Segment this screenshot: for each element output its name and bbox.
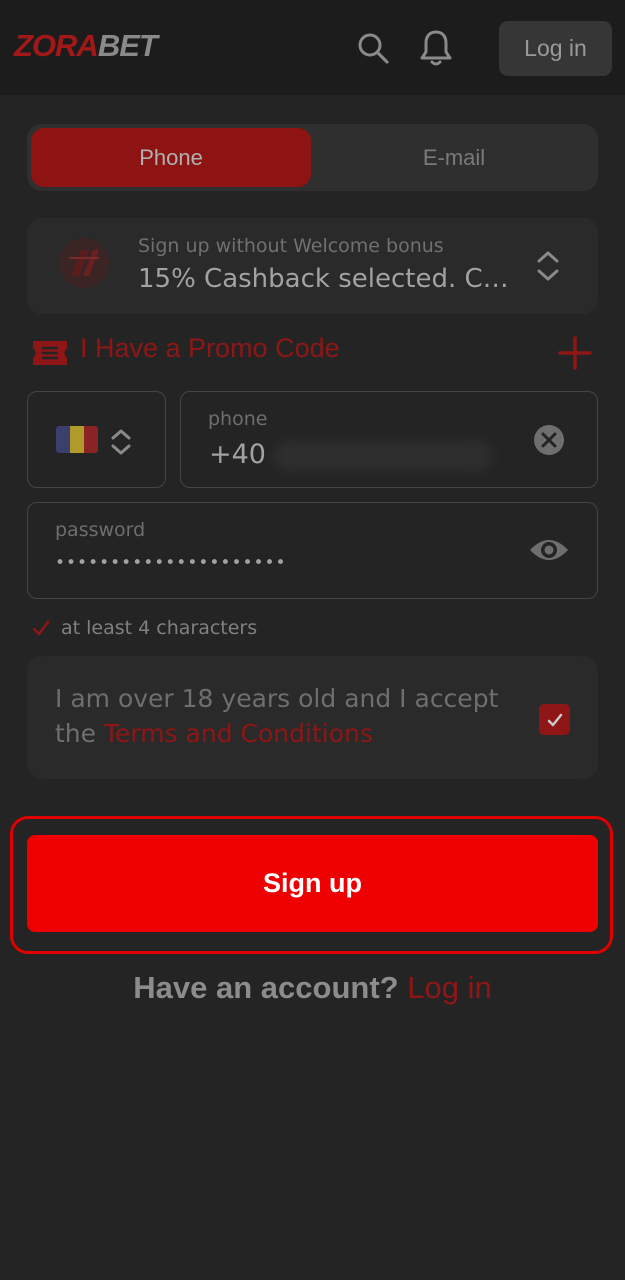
country-code-select[interactable] [27, 391, 166, 488]
bonus-selected-value: 15% Cashback selected. Cashback [138, 264, 518, 294]
plus-icon[interactable] [557, 335, 593, 371]
chevron-up-down-icon [537, 251, 559, 281]
tab-phone[interactable]: Phone [31, 128, 311, 187]
eye-icon[interactable] [528, 533, 570, 567]
flag-romania-icon [56, 426, 98, 453]
phone-input[interactable]: phone +40 [180, 391, 598, 488]
ticket-icon [33, 341, 67, 365]
flag-stripe-blue [56, 426, 70, 453]
flag-stripe-yellow [70, 426, 84, 453]
terms-checkbox[interactable] [539, 704, 570, 735]
promo-code-label: I Have a Promo Code [80, 333, 340, 363]
phone-label: phone [208, 408, 268, 430]
footer-login-link[interactable]: Log in [407, 970, 491, 1005]
search-icon [358, 33, 389, 64]
tab-email[interactable]: E-mail [314, 128, 594, 187]
bonus-subtitle: Sign up without Welcome bonus [138, 235, 444, 257]
bonus-avatar-icon [59, 238, 109, 288]
password-input[interactable]: password ••••••••••••••••••••• [27, 502, 598, 599]
logo[interactable]: ZORABET [14, 26, 158, 66]
signup-button[interactable]: Sign up [27, 835, 598, 932]
logo-part-2: BET [97, 28, 158, 63]
consent-text: I am over 18 years old and I accept the … [55, 681, 530, 751]
flag-stripe-red [84, 426, 98, 453]
password-rule: at least 4 characters [31, 614, 257, 642]
terms-consent: I am over 18 years old and I accept the … [27, 656, 598, 779]
password-label: password [55, 519, 146, 541]
promo-code-toggle[interactable]: I Have a Promo Code [27, 331, 598, 375]
password-rule-text: at least 4 characters [61, 617, 258, 639]
chevron-up-down-icon [111, 429, 131, 455]
terms-link[interactable]: Terms and Conditions [104, 719, 373, 748]
have-account-text: Have an account? [133, 970, 399, 1005]
logo-part-1: ZORA [14, 28, 99, 63]
password-value: ••••••••••••••••••••• [55, 553, 287, 573]
check-icon [32, 620, 50, 636]
phone-country-code: +40 [209, 439, 266, 470]
login-button[interactable]: Log in [499, 21, 612, 76]
auth-method-tabs: Phone E-mail [27, 124, 598, 191]
have-account-prompt: Have an account? Log in [0, 970, 625, 1006]
bell-icon [420, 30, 452, 66]
phone-number-redacted [273, 441, 493, 471]
search-button[interactable] [353, 27, 393, 69]
check-icon [547, 713, 562, 726]
clear-icon[interactable] [532, 423, 566, 457]
bonus-selector[interactable]: Sign up without Welcome bonus 15% Cashba… [27, 218, 598, 314]
notifications-button[interactable] [416, 27, 456, 69]
header: ZORABET Log in [0, 0, 625, 95]
